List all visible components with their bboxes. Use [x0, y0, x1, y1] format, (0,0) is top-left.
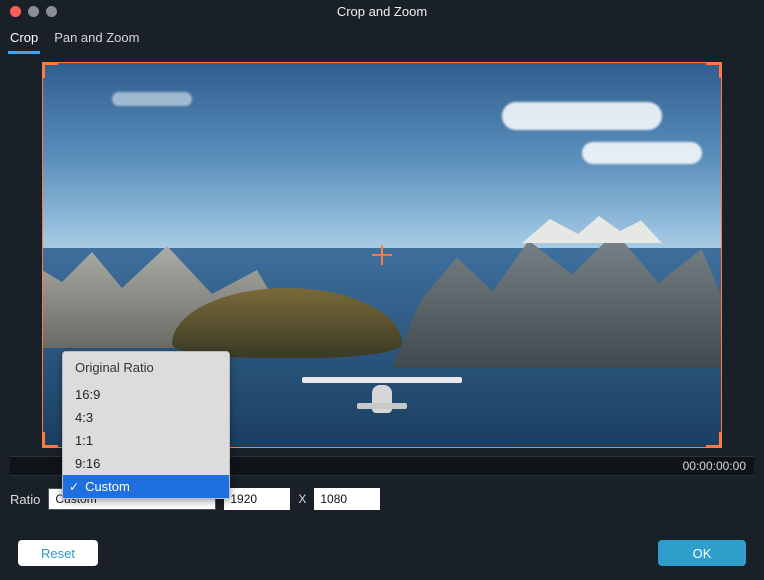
- checkmark-icon: ✓: [69, 480, 79, 494]
- close-window-button[interactable]: [10, 6, 21, 17]
- tab-pan-and-zoom[interactable]: Pan and Zoom: [52, 28, 141, 54]
- dimension-separator: X: [298, 492, 306, 506]
- timecode: 00:00:00:00: [683, 459, 746, 473]
- ratio-option-4-3[interactable]: 4:3: [63, 406, 229, 429]
- maximize-window-button[interactable]: [46, 6, 57, 17]
- ratio-option-1-1[interactable]: 1:1: [63, 429, 229, 452]
- tab-crop[interactable]: Crop: [8, 28, 40, 54]
- width-input[interactable]: [224, 488, 290, 510]
- ratio-option-16-9[interactable]: 16:9: [63, 383, 229, 406]
- height-input[interactable]: [314, 488, 380, 510]
- minimize-window-button[interactable]: [28, 6, 39, 17]
- titlebar: Crop and Zoom: [0, 0, 764, 22]
- reset-button[interactable]: Reset: [18, 540, 98, 566]
- traffic-lights: [0, 6, 57, 17]
- ratio-option-custom-label: Custom: [85, 479, 130, 494]
- preview-image: [582, 142, 702, 164]
- preview-image: [302, 373, 462, 423]
- ratio-dropdown-header[interactable]: Original Ratio: [63, 352, 229, 383]
- window-title: Crop and Zoom: [0, 4, 764, 19]
- preview-image: [502, 102, 662, 130]
- footer: Reset OK: [0, 540, 764, 566]
- ratio-option-custom[interactable]: ✓ Custom: [63, 475, 229, 498]
- tabs: Crop Pan and Zoom: [0, 22, 764, 54]
- preview-image: [112, 92, 192, 106]
- ratio-dropdown: Original Ratio 16:9 4:3 1:1 9:16 ✓ Custo…: [62, 351, 230, 499]
- ratio-option-9-16[interactable]: 9:16: [63, 452, 229, 475]
- controls-row: Ratio Custom Original Ratio 16:9 4:3 1:1…: [10, 488, 754, 510]
- ok-button[interactable]: OK: [658, 540, 746, 566]
- ratio-label: Ratio: [10, 492, 40, 507]
